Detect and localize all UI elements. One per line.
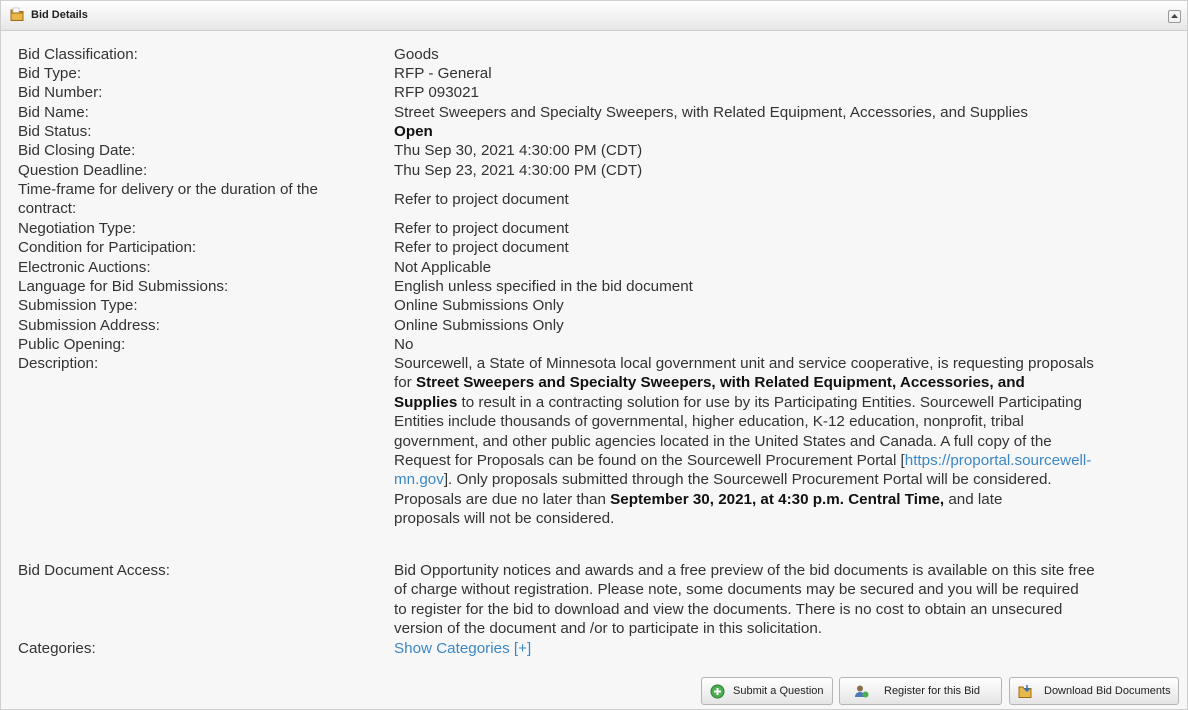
field-label: Condition for Participation:: [18, 239, 197, 256]
folder-download-icon: [1018, 684, 1033, 699]
field-label: Time-frame for delivery or the duration …: [18, 181, 318, 198]
button-label: Download Bid Documents: [1044, 685, 1171, 697]
button-label: Register for this Bid: [884, 685, 980, 697]
field-value: Refer to project document: [394, 239, 569, 256]
show-categories-link[interactable]: Show Categories [+]: [394, 640, 531, 657]
field-label: Negotiation Type:: [18, 220, 136, 237]
text-span: for: [394, 374, 416, 392]
field-label: Question Deadline:: [18, 162, 148, 179]
document-access-line: of charge without registration. Please n…: [394, 581, 1079, 599]
panel-title: Bid Details: [31, 9, 88, 21]
description-line: Request for Proposals can be found on th…: [394, 451, 1179, 470]
bid-details-panel: Bid Details Bid Classification: Goods Bi…: [0, 0, 1188, 710]
field-label: Description:: [18, 355, 99, 372]
description-line: Sourcewell, a State of Minnesota local g…: [394, 355, 1094, 372]
text-span: and late: [944, 490, 1003, 508]
categories-value: Show Categories [+]: [394, 639, 1179, 658]
description-text: Sourcewell, a State of Minnesota local g…: [394, 354, 1179, 529]
field-value: Refer to project document: [394, 191, 569, 208]
field-label: Bid Type:: [18, 65, 82, 82]
document-access-line: version of the document and /or to parti…: [394, 620, 823, 638]
field-value: English unless specified in the bid docu…: [394, 278, 693, 295]
description-line: for Street Sweepers and Specialty Sweepe…: [394, 373, 1179, 392]
field-value: Thu Sep 30, 2021 4:30:00 PM (CDT): [394, 142, 643, 159]
register-bid-button[interactable]: Register for this Bid: [839, 677, 1002, 705]
field-row-timeframe: Time-frame for delivery or the duration …: [1, 180, 1187, 219]
field-label: Bid Document Access:: [18, 562, 170, 579]
field-label: Bid Name:: [18, 104, 89, 121]
field-row-document-access: Bid Document Access: Bid Opportunity not…: [1, 561, 1187, 641]
status-value: Open: [394, 123, 433, 140]
user-icon: [854, 684, 869, 699]
field-value: Online Submissions Only: [394, 317, 564, 334]
field-value: Refer to project document: [394, 220, 569, 237]
field-label: Bid Classification:: [18, 46, 138, 63]
field-label: contract:: [18, 200, 77, 217]
text-span: Proposals are due no later than: [394, 490, 611, 508]
field-label: Bid Closing Date:: [18, 142, 136, 159]
field-label: Submission Address:: [18, 317, 160, 334]
field-label: Public Opening:: [18, 336, 126, 353]
field-label: Electronic Auctions:: [18, 259, 151, 276]
document-access-text: Bid Opportunity notices and awards and a…: [394, 561, 1179, 639]
description-line: proposals will not be considered.: [394, 510, 615, 528]
description-line: Entities include thousands of government…: [394, 413, 1024, 431]
field-value: Goods: [394, 46, 439, 63]
bid-name-emphasis: Street Sweepers and Specialty Sweepers, …: [415, 374, 1025, 392]
panel-header: Bid Details: [1, 1, 1187, 31]
submit-question-button[interactable]: Submit a Question: [701, 677, 833, 705]
field-value: RFP 093021: [394, 84, 479, 101]
download-documents-button[interactable]: Download Bid Documents: [1009, 677, 1179, 705]
document-access-line: to register for the bid to download and …: [394, 600, 1063, 618]
bid-details-content: Bid Classification: Goods Bid Type: RFP …: [1, 31, 1187, 709]
bid-name-emphasis: Supplies: [394, 393, 458, 411]
description-line: Supplies to result in a contracting solu…: [394, 393, 1179, 412]
description-line: mn.gov]. Only proposals submitted throug…: [394, 470, 1179, 489]
field-label: Categories:: [18, 640, 96, 657]
field-value: Street Sweepers and Specialty Sweepers, …: [394, 104, 1029, 121]
text-span: Request for Proposals can be found on th…: [394, 452, 905, 470]
folder-icon: [10, 7, 25, 22]
portal-link[interactable]: https://proportal.sourcewell-: [905, 452, 1092, 469]
field-value: Thu Sep 23, 2021 4:30:00 PM (CDT): [394, 162, 643, 179]
field-value: Not Applicable: [394, 259, 492, 276]
field-value: No: [394, 336, 414, 353]
plus-circle-icon: [710, 684, 725, 699]
field-label: Bid Number:: [18, 84, 103, 101]
field-value: RFP - General: [394, 65, 492, 82]
chevron-up-icon[interactable]: [1168, 10, 1181, 23]
field-value: Online Submissions Only: [394, 297, 564, 314]
description-line: government, and other public agencies lo…: [394, 432, 1052, 450]
field-row-description: Description: Sourcewell, a State of Minn…: [1, 354, 1187, 534]
description-line: Proposals are due no later than Septembe…: [394, 490, 1179, 509]
document-access-line: Bid Opportunity notices and awards and a…: [394, 562, 1095, 579]
text-span: ]. Only proposals submitted through the …: [443, 471, 1052, 489]
button-label: Submit a Question: [733, 685, 824, 697]
portal-link[interactable]: mn.gov: [394, 471, 444, 488]
field-label: Bid Status:: [18, 123, 92, 140]
text-span: to result in a contracting solution for …: [457, 393, 1082, 411]
field-label: Language for Bid Submissions:: [18, 278, 229, 295]
field-label: Submission Type:: [18, 297, 138, 314]
deadline-emphasis: September 30, 2021, at 4:30 p.m. Central…: [610, 490, 945, 508]
